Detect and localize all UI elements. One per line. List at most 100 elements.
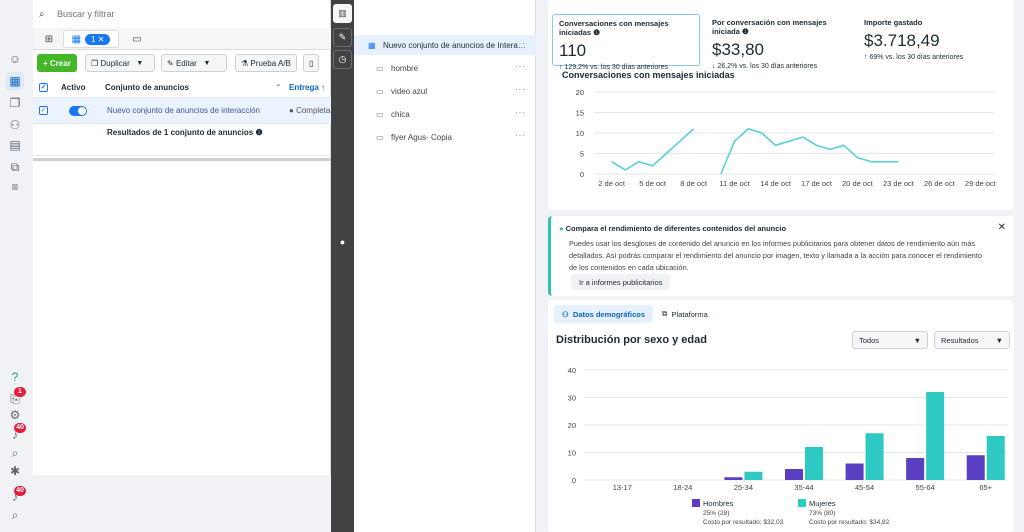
list-item-label: flyer Agus- Copia <box>391 132 452 142</box>
selected-count-pill[interactable]: 1 ✕ <box>85 33 111 45</box>
metric-filter-select[interactable]: Resultados ▼ <box>934 331 1010 349</box>
tab-platform-label: Plataforma <box>671 309 708 319</box>
gender-filter-select[interactable]: Todos ▼ <box>852 331 928 349</box>
tab-platform[interactable]: ⧉ Plataforma <box>654 305 716 323</box>
kpi-cost-per-conversation[interactable]: Por conversación con mensajes iniciada ❶… <box>706 14 856 70</box>
audience-icon[interactable]: ⚇ <box>6 116 24 134</box>
catalog-icon[interactable]: ⧉ <box>6 158 24 176</box>
chevron-down-icon[interactable]: ▼ <box>204 60 211 67</box>
kpi-label: Conversaciones con mensajes iniciadas <box>559 19 669 37</box>
more-options-icon[interactable]: ··· <box>515 131 526 140</box>
x-tick-label: 23 de oct <box>883 179 915 188</box>
table-header: ✓ Activo Conjunto de anuncios ⌃ Entrega … <box>33 78 331 98</box>
more-options-icon[interactable]: ··· <box>515 85 526 94</box>
more-options-icon[interactable]: ··· <box>515 62 526 71</box>
close-icon[interactable]: ✕ <box>998 222 1006 233</box>
bug-icon[interactable]: ✱ <box>6 462 24 480</box>
list-item[interactable]: ▭ hombre ··· <box>354 58 536 78</box>
col-active[interactable]: Activo <box>61 78 85 97</box>
toolbar: + Crear ❐ Duplicar ▼ ✎ Editar ▼ ⚗ Prueba… <box>33 54 331 72</box>
table-icon[interactable]: ▤ <box>6 136 24 154</box>
bar-hombres <box>785 469 803 480</box>
kpi-label: Importe gastado <box>864 18 923 27</box>
table-scrollbar[interactable] <box>33 158 331 161</box>
legend-name: Mujeres <box>809 499 836 508</box>
chevron-down-icon[interactable]: ▼ <box>136 60 143 67</box>
conversations-line-chart: Conversaciones con mensajes iniciadas 0 5 1… <box>562 70 997 188</box>
flask-icon: ⚗ <box>241 58 249 68</box>
delete-button[interactable]: ▯ <box>303 54 320 72</box>
y-tick-label: 0 <box>580 170 584 179</box>
ads-list-panel: ▦ Nuevo conjunto de anuncios de Intera… … <box>354 0 536 532</box>
x-tick-label: 5 de oct <box>639 179 667 188</box>
duplicate-label: Duplicar <box>100 58 130 68</box>
campaign-manager-panel: ⌕ ⊞ ▦ 1 ✕ ▭ + Crear ❐ Duplicar ▼ ✎ Edita… <box>33 0 331 475</box>
list-item[interactable]: ▭ flyer Agus- Copia ··· <box>354 127 536 147</box>
list-item-label: chica <box>391 109 410 119</box>
chevron-down-icon: ▼ <box>995 335 1003 345</box>
x-tick-label: 26 de oct <box>924 179 956 188</box>
list-item[interactable]: ▭ chica ··· <box>354 104 536 124</box>
selected-count: 1 <box>91 34 96 44</box>
duplicate-icon: ❐ <box>91 58 99 68</box>
tab-demographics[interactable]: ⚇ Datos demográficos <box>554 305 654 323</box>
search-icon[interactable]: ⌕ <box>6 444 24 462</box>
pages-icon[interactable]: ❐ <box>6 94 24 112</box>
bar-hombres <box>845 463 864 480</box>
table-row[interactable]: ✓ Nuevo conjunto de anuncios de interacc… <box>33 98 331 124</box>
duplicate-button[interactable]: ❐ Duplicar ▼ <box>85 54 155 72</box>
x-tick-label: 35-44 <box>794 483 813 492</box>
more-options-icon[interactable]: ··· <box>515 39 526 48</box>
search-icon: ⌕ <box>39 8 45 20</box>
edit-button[interactable]: ✎ Editar ▼ <box>161 54 227 72</box>
folder-tab-icon[interactable]: ⊞ <box>37 30 61 48</box>
adsets-tab[interactable]: ▦ 1 ✕ <box>63 30 119 48</box>
list-item[interactable]: ▦ Nuevo conjunto de anuncios de Intera… … <box>354 35 536 55</box>
col-sort-icon[interactable]: ⌃ <box>275 78 282 97</box>
select-all-checkbox[interactable]: ✓ <box>39 78 48 97</box>
info-icon[interactable]: ● <box>333 232 352 251</box>
y-tick-label: 20 <box>568 421 576 430</box>
clock-icon[interactable]: ◷ <box>333 50 352 69</box>
x-tick-label: 11 de oct <box>719 179 750 188</box>
edit-label: Editar <box>175 58 197 68</box>
info-icon[interactable]: ❶ <box>255 128 262 137</box>
legend-women: Mujeres 73% (80) Costo por resultado: $3… <box>798 499 889 527</box>
menu-icon[interactable]: ≡ <box>6 178 24 196</box>
grid-icon[interactable]: ▦ <box>6 72 24 90</box>
search-bar: ⌕ <box>33 4 331 24</box>
help-icon[interactable]: ? <box>6 368 24 386</box>
kpi-amount-spent[interactable]: Importe gastado $3.718,49 ↑ 69% vs. los … <box>858 14 1008 66</box>
search-icon-2[interactable]: ⌕ <box>6 506 24 524</box>
col-delivery[interactable]: Entrega ↑ <box>289 78 325 97</box>
settings-icon[interactable]: ⚙ <box>6 406 24 424</box>
active-toggle[interactable] <box>69 98 87 123</box>
kpi-conversations[interactable]: Conversaciones con mensajes iniciadas ❶ … <box>552 14 700 71</box>
ab-test-button[interactable]: ⚗ Prueba A/B <box>235 54 297 72</box>
info-icon[interactable]: ❶ <box>593 28 600 37</box>
age-gender-bar-chart: 0 10 20 30 40 13-17 18-24 25-34 35-44 45-54 55-64 6… <box>568 366 1008 492</box>
delivery-status-label: Completa <box>296 106 331 115</box>
row-checkbox[interactable]: ✓ <box>39 98 48 123</box>
banner-title: Compara el rendimiento de diferentes con… <box>565 224 787 233</box>
x-tick-label: 65+ <box>979 483 992 492</box>
bar-hombres <box>724 477 743 480</box>
ad-reports-button[interactable]: Ir a informes publicitarios <box>571 274 671 290</box>
chart-icon[interactable]: ▥ <box>333 4 352 23</box>
pencil-icon[interactable]: ✎ <box>333 28 352 47</box>
search-input[interactable] <box>57 9 297 19</box>
adset-name-link[interactable]: Nuevo conjunto de anuncios de interacció… <box>107 98 260 123</box>
ads-tab-icon[interactable]: ▭ <box>125 30 149 48</box>
y-tick-label: 30 <box>568 394 576 403</box>
bell-badge-2: 40 <box>14 486 26 496</box>
create-button[interactable]: + Crear <box>37 54 77 72</box>
list-item-label: hombre <box>391 63 419 73</box>
list-item[interactable]: ▭ video azul ··· <box>354 81 536 101</box>
y-tick-label: 5 <box>580 150 584 159</box>
col-adset[interactable]: Conjunto de anuncios <box>105 78 189 97</box>
info-icon[interactable]: ❶ <box>742 27 749 36</box>
smiley-icon[interactable]: ☺ <box>6 50 24 68</box>
x-tick-label: 18-24 <box>673 483 692 492</box>
series-line <box>720 128 899 175</box>
more-options-icon[interactable]: ··· <box>515 108 526 117</box>
